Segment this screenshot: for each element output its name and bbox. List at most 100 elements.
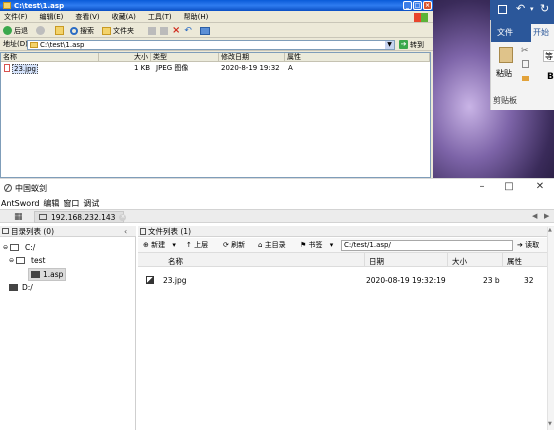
new-button[interactable]: ⊕ 新建 ▾ [143, 240, 176, 251]
tree-node-d[interactable]: D:/ [9, 283, 33, 292]
cut-icon[interactable]: ✂ [521, 46, 529, 56]
path-value: C:/test/1.asp/ [344, 241, 391, 249]
column-date[interactable]: 日期 [369, 256, 384, 267]
folder-icon [2, 228, 9, 234]
font-name-box[interactable]: 等 [543, 50, 554, 62]
menu-tools[interactable]: 工具(T) [148, 12, 172, 22]
copy-to-icon[interactable] [160, 26, 168, 35]
paste-icon[interactable] [499, 47, 513, 63]
refresh-button[interactable]: ⟳ 刷新 [223, 240, 245, 251]
redo-icon[interactable]: ↻ [540, 2, 549, 15]
folders-button[interactable]: 文件夹 [113, 26, 134, 36]
column-modified[interactable]: 修改日期 [219, 53, 285, 62]
column-name[interactable]: 名称 [1, 53, 99, 62]
menu-debug[interactable]: 调试 [83, 198, 99, 209]
collapse-left-icon[interactable]: ‹ [124, 227, 127, 236]
column-attributes[interactable]: 属性 [285, 53, 430, 62]
vertical-scrollbar[interactable]: ▲ ▼ [547, 227, 554, 430]
undo-icon[interactable]: ↶ [184, 26, 192, 35]
file-date: 2020-08-19 19:32:19 [366, 276, 446, 285]
chevron-down-icon: ▾ [329, 241, 334, 249]
menu-antsword[interactable]: AntSword [1, 199, 39, 208]
tree-node-label: test [31, 256, 46, 265]
file-type: JPEG 图像 [156, 64, 189, 72]
back-arrow-icon[interactable] [3, 26, 12, 35]
menu-favorites[interactable]: 收藏(A) [112, 12, 136, 22]
views-icon[interactable] [199, 26, 210, 35]
file-name[interactable]: 23.jpg [12, 64, 38, 74]
column-size[interactable]: 大小 [452, 256, 467, 267]
chevron-down-icon[interactable]: ▼ [385, 41, 394, 49]
save-icon[interactable] [498, 5, 507, 14]
delete-icon[interactable]: × [172, 25, 180, 35]
explorer-titlebar[interactable]: C:\test\1.asp _ □ × [0, 0, 433, 11]
antsword-menubar: AntSword 编辑 窗口 调试 [0, 197, 554, 209]
up-folder-icon[interactable] [55, 26, 64, 35]
folder-icon [3, 2, 11, 9]
search-button[interactable]: 搜索 [80, 26, 94, 36]
expand-icon[interactable]: ⊖ [9, 257, 14, 264]
minimize-button[interactable]: – [475, 180, 489, 194]
home-button[interactable]: ⌂ 主目录 [258, 240, 286, 251]
directory-panel-title: 目录列表 (0) [11, 226, 55, 236]
search-icon[interactable] [70, 26, 78, 35]
directory-panel-header: 目录列表 (0) ‹ [0, 226, 136, 237]
clipboard-label: 剪贴板 [493, 96, 517, 105]
scroll-up-icon[interactable]: ▲ [548, 227, 552, 233]
forward-arrow-icon[interactable] [36, 26, 45, 35]
bookmark-button[interactable]: ⚑ 书签 ▾ [300, 240, 333, 251]
tree-node-c[interactable]: ⊖ C:/ [3, 243, 35, 252]
bookmark-label: 书签 [308, 241, 323, 249]
move-to-icon[interactable] [148, 26, 156, 35]
close-tab-icon[interactable]: × [119, 213, 127, 221]
address-value: C:\test\1.asp [40, 41, 85, 49]
menu-edit[interactable]: 编辑 [43, 198, 59, 209]
path-input[interactable]: C:/test/1.asp/ [341, 240, 513, 251]
minimize-button[interactable]: _ [403, 1, 412, 10]
menu-help[interactable]: 帮助(H) [184, 12, 209, 22]
bold-button[interactable]: B [547, 72, 554, 82]
menu-file[interactable]: 文件(F) [4, 12, 28, 22]
scroll-right-icon[interactable]: ▶ [544, 212, 549, 220]
word-tab-start[interactable]: 开始 [531, 24, 554, 42]
file-panel-header: 文件列表 (1) [138, 226, 554, 237]
antsword-titlebar[interactable]: 中国蚁剑 – □ ✕ [0, 179, 554, 197]
up-button[interactable]: ↑ 上层 [186, 240, 208, 251]
folders-icon[interactable] [102, 26, 111, 35]
column-size[interactable]: 大小 [99, 53, 151, 62]
go-button[interactable]: ➔ 转到 [399, 39, 431, 50]
address-input[interactable]: C:\test\1.asp ▼ [27, 40, 395, 50]
scroll-down-icon[interactable]: ▼ [548, 421, 552, 427]
tab-shell-session[interactable]: 192.168.232.143 × [34, 211, 127, 223]
menu-window[interactable]: 窗口 [63, 198, 79, 209]
image-file-icon [146, 276, 154, 284]
antsword-tabbar: ▦ 192.168.232.143 × ◀ ▶ [0, 209, 554, 223]
close-button[interactable]: ✕ [533, 180, 547, 194]
dropdown-icon[interactable]: ▾ [530, 5, 534, 13]
menu-edit[interactable]: 编辑(E) [40, 12, 64, 22]
column-type[interactable]: 类型 [151, 53, 219, 62]
maximize-button[interactable]: □ [413, 1, 422, 10]
close-button[interactable]: × [423, 1, 432, 10]
word-tab-file[interactable]: 文件 [497, 27, 513, 38]
file-row[interactable]: 23.jpg 2020-08-19 19:32:19 23 b 32 [138, 274, 548, 286]
column-name[interactable]: 名称 [168, 256, 183, 267]
paste-label[interactable]: 粘贴 [496, 68, 512, 79]
grid-home-icon[interactable]: ▦ [14, 212, 23, 222]
read-button[interactable]: ➔ 读取 [517, 240, 539, 251]
back-button[interactable]: 后退 [14, 26, 28, 36]
menu-view[interactable]: 查看(V) [75, 12, 99, 22]
maximize-button[interactable]: □ [502, 180, 516, 194]
address-label: 地址(D) [3, 40, 28, 48]
tree-node-1asp[interactable]: 1.asp [28, 268, 67, 281]
scroll-left-icon[interactable]: ◀ [532, 212, 537, 220]
format-painter-icon[interactable] [522, 76, 529, 81]
undo-icon[interactable]: ↶ [516, 2, 525, 15]
expand-icon[interactable]: ⊖ [3, 244, 8, 251]
column-attributes[interactable]: 属性 [507, 256, 522, 267]
directory-panel: 目录列表 (0) ‹ ⊖ C:/ ⊖ test 1.asp D:/ [0, 226, 136, 430]
copy-icon[interactable] [522, 60, 529, 68]
arrow-right-icon: ➔ [517, 241, 523, 249]
go-label: 转到 [410, 40, 424, 49]
tree-node-test[interactable]: ⊖ test [9, 256, 45, 265]
